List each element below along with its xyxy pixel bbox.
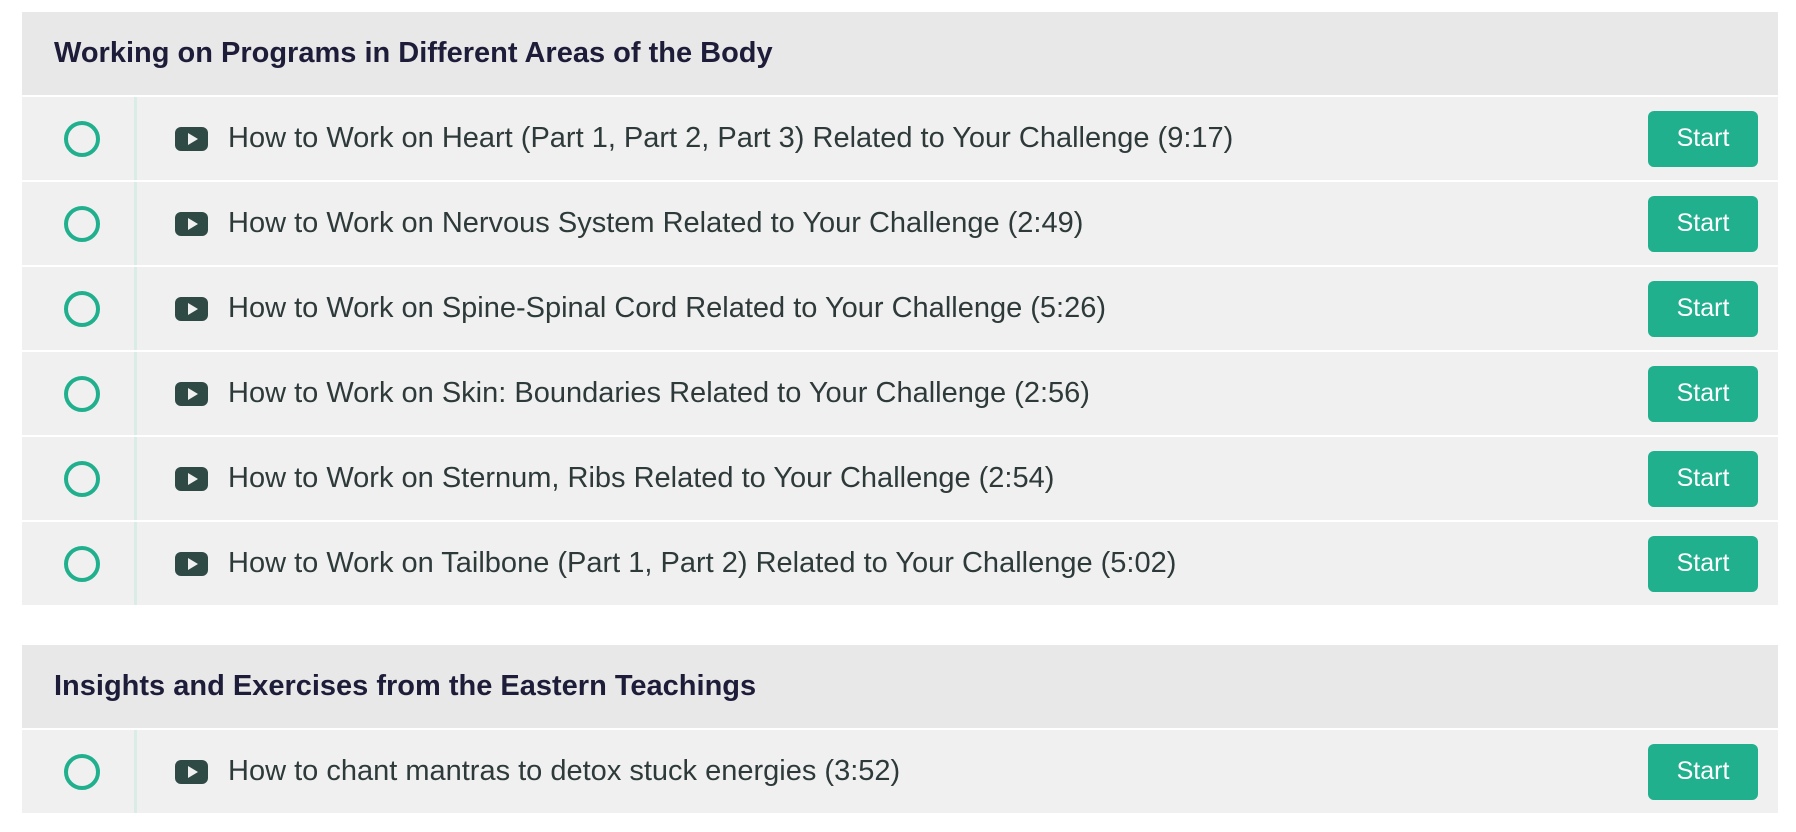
lecture-content[interactable]: How to Work on Heart (Part 1, Part 2, Pa… [137,122,1778,155]
start-button[interactable]: Start [1648,195,1758,252]
section-title: Insights and Exercises from the Eastern … [54,670,757,702]
status-cell [22,437,137,520]
incomplete-circle-icon [64,290,100,327]
start-button[interactable]: Start [1648,280,1758,337]
section-header: Working on Programs in Different Areas o… [22,12,1778,95]
lecture-row[interactable]: How to Work on Heart (Part 1, Part 2, Pa… [22,95,1778,180]
incomplete-circle-icon [64,460,100,497]
incomplete-circle-icon [64,120,100,157]
lecture-name[interactable]: How to Work on Spine-Spinal Cord Related… [228,292,1106,325]
incomplete-circle-icon [64,753,100,790]
lecture-content[interactable]: How to Work on Sternum, Ribs Related to … [137,462,1778,495]
video-play-icon [175,466,208,491]
start-button[interactable]: Start [1648,535,1758,592]
incomplete-circle-icon [64,375,100,412]
lecture-name[interactable]: How to Work on Nervous System Related to… [228,207,1083,240]
start-button[interactable]: Start [1648,450,1758,507]
lecture-row[interactable]: How to Work on Skin: Boundaries Related … [22,350,1778,435]
video-play-icon [175,759,208,784]
status-cell [22,97,137,180]
video-play-icon [175,211,208,236]
status-cell [22,730,137,813]
lecture-content[interactable]: How to Work on Spine-Spinal Cord Related… [137,292,1778,325]
lecture-name[interactable]: How to Work on Sternum, Ribs Related to … [228,462,1054,495]
status-cell [22,182,137,265]
lecture-content[interactable]: How to Work on Skin: Boundaries Related … [137,377,1778,410]
lecture-row[interactable]: How to Work on Spine-Spinal Cord Related… [22,265,1778,350]
lecture-content[interactable]: How to chant mantras to detox stuck ener… [137,755,1778,788]
start-button[interactable]: Start [1648,365,1758,422]
video-play-icon [175,126,208,151]
video-play-icon [175,296,208,321]
course-section-eastern-teachings: Insights and Exercises from the Eastern … [22,645,1778,813]
lecture-content[interactable]: How to Work on Nervous System Related to… [137,207,1778,240]
start-button[interactable]: Start [1648,743,1758,800]
status-cell [22,522,137,605]
lecture-row[interactable]: How to Work on Sternum, Ribs Related to … [22,435,1778,520]
incomplete-circle-icon [64,545,100,582]
status-cell [22,352,137,435]
lecture-name[interactable]: How to Work on Skin: Boundaries Related … [228,377,1090,410]
status-cell [22,267,137,350]
course-section-body-programs: Working on Programs in Different Areas o… [22,12,1778,605]
lecture-name[interactable]: How to Work on Heart (Part 1, Part 2, Pa… [228,122,1233,155]
video-play-icon [175,381,208,406]
lecture-row[interactable]: How to chant mantras to detox stuck ener… [22,728,1778,813]
lecture-row[interactable]: How to Work on Tailbone (Part 1, Part 2)… [22,520,1778,605]
section-header: Insights and Exercises from the Eastern … [22,645,1778,728]
start-button[interactable]: Start [1648,110,1758,167]
lecture-name[interactable]: How to Work on Tailbone (Part 1, Part 2)… [228,547,1176,580]
incomplete-circle-icon [64,205,100,242]
lecture-row[interactable]: How to Work on Nervous System Related to… [22,180,1778,265]
video-play-icon [175,551,208,576]
lecture-name[interactable]: How to chant mantras to detox stuck ener… [228,755,900,788]
section-title: Working on Programs in Different Areas o… [54,37,773,69]
lecture-content[interactable]: How to Work on Tailbone (Part 1, Part 2)… [137,547,1778,580]
